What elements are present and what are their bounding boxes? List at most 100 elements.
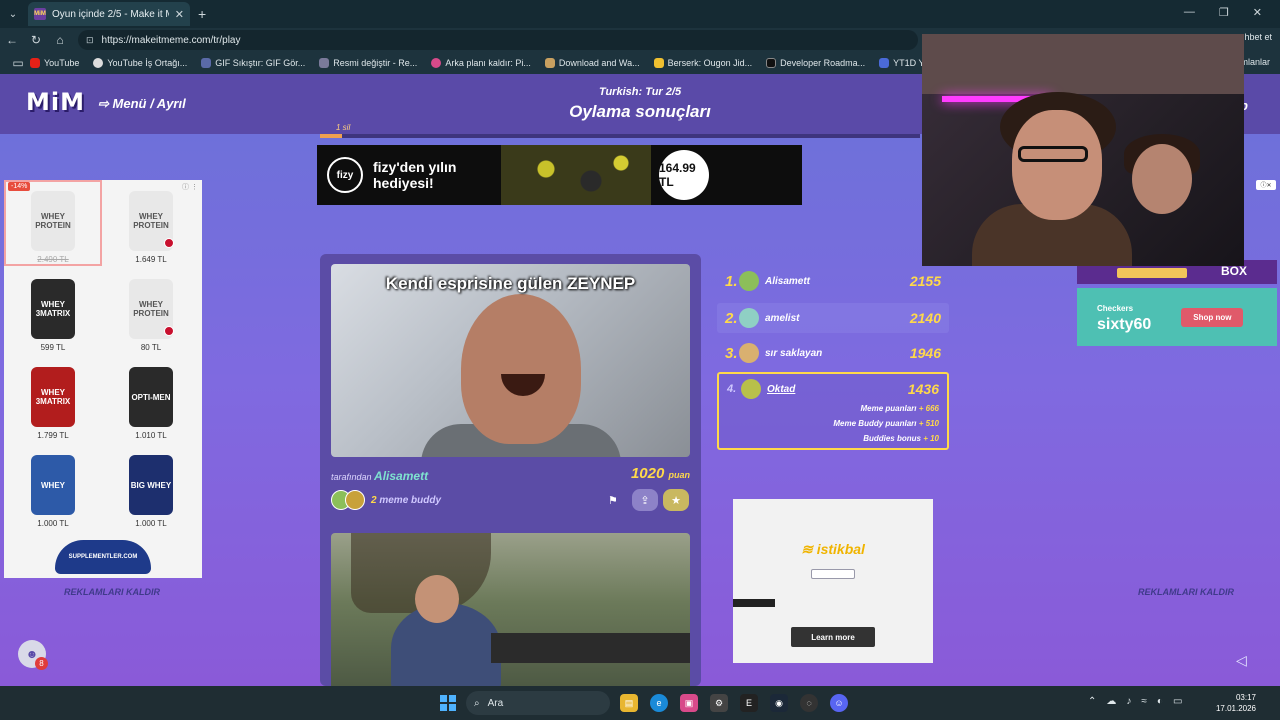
download-arrow-icon: [879, 58, 890, 68]
menu-leave-link[interactable]: ⇨ Menü / Ayrıl: [98, 96, 186, 112]
wifi-icon[interactable]: ≈: [1141, 696, 1147, 707]
product-price: 1.000 TL: [135, 519, 167, 528]
ad-product[interactable]: -14% WHEY PROTEIN 2.490 TL: [4, 180, 102, 266]
mid-ad[interactable]: ≋ istikbal Learn more: [733, 499, 933, 663]
home-icon[interactable]: ⌂: [48, 33, 72, 47]
epic-games-icon[interactable]: E: [740, 694, 758, 712]
player-name[interactable]: Oktad: [767, 384, 908, 395]
taskbar-search[interactable]: ⌕ Ara: [466, 691, 610, 715]
product-price: 599 TL: [40, 343, 66, 352]
meme-buddy-info: 2 meme buddy: [331, 490, 441, 510]
chat-button[interactable]: hbet et: [1244, 32, 1272, 42]
menu-leave-label: Menü / Ayrıl: [112, 96, 186, 111]
bookmark-item[interactable]: YouTube: [30, 58, 79, 68]
bookmark-item[interactable]: Download and Wa...: [544, 58, 640, 68]
reload-icon[interactable]: ↻: [24, 33, 48, 47]
photos-icon[interactable]: ▣: [680, 694, 698, 712]
app-icon[interactable]: ◌: [800, 694, 818, 712]
url-input[interactable]: ⊡ https://makeitmeme.com/tr/play: [78, 30, 918, 50]
ad-choices-icon[interactable]: ⓘ✕: [1256, 180, 1276, 190]
cam-person2-face: [1132, 144, 1192, 214]
rank: 3.: [725, 344, 738, 362]
mid-ad-mini-button: [811, 569, 855, 579]
close-tab-icon[interactable]: ✕: [175, 8, 184, 21]
next-meme-image: [331, 533, 690, 686]
progress-label: 1 sil: [336, 123, 351, 132]
ad-product[interactable]: BIG WHEY 1.000 TL: [102, 444, 200, 530]
player-points: 2140: [909, 310, 941, 326]
webcam-overlay: [922, 34, 1244, 266]
volume-icon[interactable]: ◐: [1157, 696, 1163, 707]
bookmark-label: GIF Sıkıştır: GIF Gör...: [215, 58, 306, 68]
ad-product[interactable]: WHEY PROTEIN 1.649 TL: [102, 180, 200, 266]
report-flag-icon[interactable]: ⚑: [608, 494, 618, 507]
sidebar-icon[interactable]: ▭: [6, 56, 30, 70]
right-ad[interactable]: Checkers sixty60 Shop now: [1077, 288, 1277, 346]
tab-list-icon[interactable]: ⌄: [0, 0, 26, 28]
ad-brand-logo[interactable]: SUPPLEMENTLER.COM: [4, 530, 202, 584]
battery-icon[interactable]: ▭: [1173, 696, 1182, 707]
product-price: 1.649 TL: [135, 255, 167, 264]
banner-ad[interactable]: fizy fizy'den yılın hediyesi! 164.99 TL: [317, 145, 802, 205]
file-explorer-icon[interactable]: ▤: [620, 694, 638, 712]
close-window-icon[interactable]: ✕: [1253, 6, 1262, 19]
bookmark-label: YouTube: [44, 58, 80, 68]
site-logo[interactable]: MiM: [26, 88, 85, 116]
learn-more-button[interactable]: Learn more: [791, 627, 875, 647]
settings-icon[interactable]: ⚙: [710, 694, 728, 712]
buddy-label: 2 meme buddy: [371, 495, 441, 506]
maximize-icon[interactable]: ❐: [1219, 6, 1229, 19]
brand-small: Checkers: [1097, 304, 1134, 313]
clock-time: 03:17: [1235, 693, 1256, 702]
leaderboard-current-player: 4. Oktad 1436 Meme puanları + 666 Meme B…: [717, 372, 949, 450]
exit-icon: ⇨: [98, 96, 113, 111]
bookmark-item[interactable]: Resmi değiştir - Re...: [319, 58, 417, 68]
discord-icon[interactable]: ☺: [830, 694, 848, 712]
site-info-icon[interactable]: ⊡: [86, 35, 94, 46]
minimize-icon[interactable]: —: [1184, 6, 1195, 19]
bookmark-item[interactable]: GIF Sıkıştır: GIF Gör...: [201, 58, 305, 68]
steam-icon[interactable]: ◉: [770, 694, 788, 712]
image-icon: [319, 58, 330, 68]
ad-product[interactable]: WHEY 3MATRIX 599 TL: [4, 268, 102, 354]
system-tray: ⌃ ☁ ♪ ≈ ◐ ▭: [1088, 696, 1182, 707]
round-indicator: Turkish: Tur 2/5: [598, 86, 682, 98]
windows-start-icon[interactable]: [440, 695, 456, 711]
microphone-icon[interactable]: ♪: [1126, 696, 1131, 707]
cam-person-face: [1012, 110, 1102, 220]
player-points: 2155: [909, 273, 941, 289]
remove-ads-right[interactable]: REKLAMLARI KALDIR: [1138, 587, 1234, 597]
product-price: 1.000 TL: [37, 519, 69, 528]
share-button[interactable]: ⇪: [632, 489, 658, 511]
meme-table: [491, 633, 690, 663]
left-ad-panel[interactable]: ⓘ ⋮ -14% WHEY PROTEIN 2.490 TL WHEY PROTEIN…: [4, 180, 202, 578]
bookmark-item[interactable]: Developer Roadma...: [766, 58, 865, 68]
bookmark-item[interactable]: Arka planı kaldır: Pi...: [431, 58, 531, 68]
meme-author[interactable]: Alisamett: [374, 469, 428, 483]
bookmark-item[interactable]: Berserk: Ougon Jid...: [653, 58, 752, 68]
edge-icon[interactable]: e: [650, 694, 668, 712]
right-ad-top-text: BOX: [1220, 264, 1247, 278]
tray-chevron-icon[interactable]: ⌃: [1088, 696, 1096, 707]
ad-product[interactable]: WHEY 1.000 TL: [4, 444, 102, 530]
favorite-button[interactable]: ★: [663, 489, 689, 511]
ad-product[interactable]: WHEY 3MATRIX 1.799 TL: [4, 356, 102, 442]
brand-mark-icon: ≋: [801, 541, 817, 557]
new-tab-icon[interactable]: +: [198, 6, 206, 22]
score-unit: puan: [668, 470, 691, 480]
network-icon[interactable]: ☁: [1106, 696, 1116, 707]
back-icon[interactable]: ←: [0, 33, 24, 47]
browser-tab[interactable]: MiM Oyun içinde 2/5 - Make it Meme ✕: [28, 2, 190, 26]
buddy-points-label: Meme Buddy puanları: [833, 419, 917, 428]
bookmark-item[interactable]: YouTube İş Ortağı...: [93, 58, 187, 68]
bookmark-label: Arka planı kaldır: Pi...: [445, 58, 531, 68]
bonus-points-label: Buddies bonus: [863, 434, 921, 443]
shop-now-button[interactable]: Shop now: [1181, 307, 1244, 327]
ad-product[interactable]: WHEY PROTEIN 80 TL: [102, 268, 200, 354]
taskbar-clock[interactable]: 03:17 17.01.2026: [1216, 692, 1256, 714]
chat-button[interactable]: ☻ 8: [18, 640, 48, 670]
mute-icon[interactable]: ◁: [1236, 652, 1247, 669]
remove-ads-left[interactable]: REKLAMLARI KALDIR: [64, 587, 160, 597]
ad-product[interactable]: OPTI-MEN 1.010 TL: [102, 356, 200, 442]
chat-badge: 8: [35, 657, 48, 670]
